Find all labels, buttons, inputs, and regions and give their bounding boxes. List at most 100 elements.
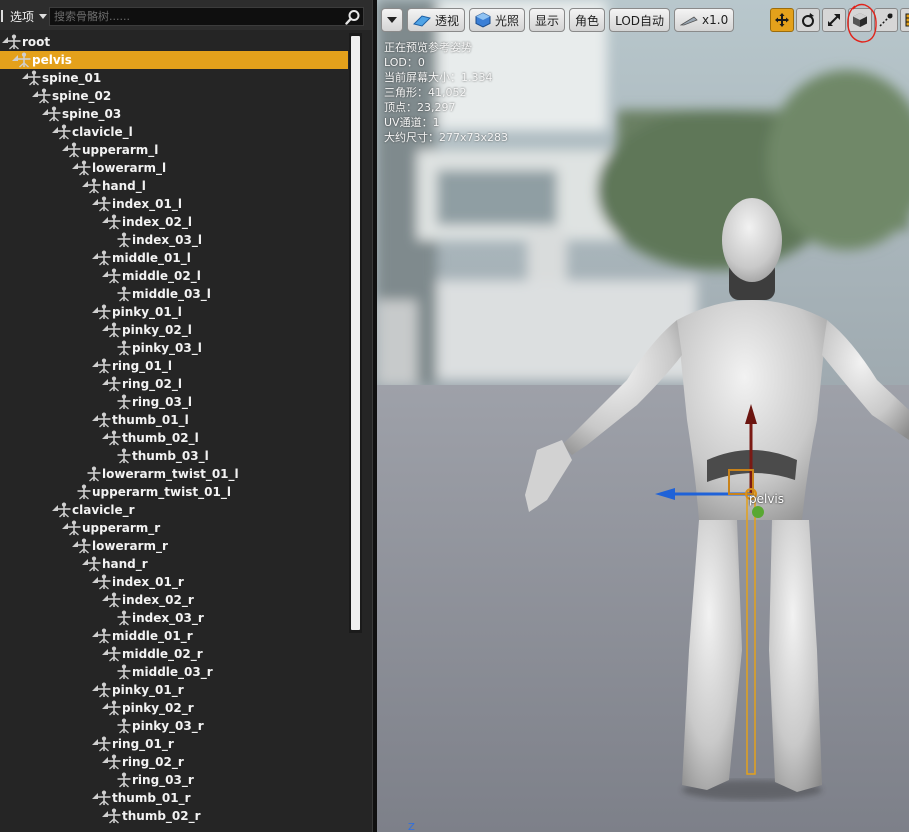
bone-row-pinky_02_r[interactable]: pinky_02_r [0,699,348,717]
bone-row-ring_01_l[interactable]: ring_01_l [0,357,348,375]
bone-label: middle_02_r [122,647,203,661]
viewport-options-button[interactable] [381,8,403,32]
bone-label: index_01_l [112,197,182,211]
local-world-toggle-button[interactable] [848,8,872,32]
bone-icon [116,718,132,734]
bone-row-thumb_02_r[interactable]: thumb_02_r [0,807,348,825]
bone-row-pinky_03_l[interactable]: pinky_03_l [0,339,348,357]
bone-row-clavicle_l[interactable]: clavicle_l [0,123,348,141]
bone-row-pinky_03_r[interactable]: pinky_03_r [0,717,348,735]
bone-label: thumb_01_l [112,413,189,427]
scale-icon [828,14,840,26]
rotate-tool-button[interactable] [796,8,820,32]
bone-row-spine_03[interactable]: spine_03 [0,105,348,123]
bone-icon [66,142,82,158]
tree-scrollbar-thumb[interactable] [351,36,360,630]
bone-row-ring_02_r[interactable]: ring_02_r [0,753,348,771]
perspective-label: 透视 [435,13,460,28]
bone-row-index_01_l[interactable]: index_01_l [0,195,348,213]
info-line: 顶点：23,297 [384,101,456,114]
bone-label: pinky_01_l [112,305,182,319]
bone-icon [116,232,132,248]
bone-row-ring_02_l[interactable]: ring_02_l [0,375,348,393]
bone-row-lowerarm_l[interactable]: lowerarm_l [0,159,348,177]
bone-row-index_03_l[interactable]: index_03_l [0,231,348,249]
bone-row-middle_03_r[interactable]: middle_03_r [0,663,348,681]
bone-row-root[interactable]: root [0,33,348,51]
bone-row-hand_l[interactable]: hand_l [0,177,348,195]
bone-row-middle_02_r[interactable]: middle_02_r [0,645,348,663]
bone-label: middle_01_r [112,629,193,643]
bone-row-thumb_01_l[interactable]: thumb_01_l [0,411,348,429]
bone-row-index_02_l[interactable]: index_02_l [0,213,348,231]
bone-row-index_01_r[interactable]: index_01_r [0,573,348,591]
bone-icon [116,286,132,302]
lit-mode-button[interactable]: 光照 [469,8,526,32]
bone-label: ring_02_r [122,755,184,769]
bone-icon [106,376,122,392]
bone-row-thumb_03_l[interactable]: thumb_03_l [0,447,348,465]
bone-icon [116,340,132,356]
perspective-button[interactable]: 透视 [407,8,466,32]
bone-row-ring_03_r[interactable]: ring_03_r [0,771,348,789]
bone-row-index_03_r[interactable]: index_03_r [0,609,348,627]
filter-icon [1,10,7,22]
search-field[interactable] [49,7,364,26]
bone-row-spine_02[interactable]: spine_02 [0,87,348,105]
bone-icon [46,106,62,122]
bone-row-ring_01_r[interactable]: ring_01_r [0,735,348,753]
bone-icon [56,124,72,140]
info-line: UV通道：1 [384,116,440,129]
bone-icon [96,304,112,320]
surface-snap-button[interactable] [874,8,898,32]
bone-row-middle_03_l[interactable]: middle_03_l [0,285,348,303]
bone-label: thumb_02_l [122,431,199,445]
bone-label: upperarm_r [82,521,161,535]
bone-icon [106,700,122,716]
grid-snap-button[interactable] [900,8,909,32]
bone-row-lowerarm_twist_01_l[interactable]: lowerarm_twist_01_l [0,465,348,483]
bone-row-ring_03_l[interactable]: ring_03_l [0,393,348,411]
info-line: LOD：0 [384,56,425,69]
bone-row-pelvis[interactable]: pelvis [0,51,348,69]
character-button[interactable]: 角色 [569,8,606,32]
bone-label: pelvis [32,53,72,67]
scale-tool-button[interactable] [822,8,846,32]
bone-row-middle_02_l[interactable]: middle_02_l [0,267,348,285]
bone-row-thumb_02_l[interactable]: thumb_02_l [0,429,348,447]
bone-icon [106,430,122,446]
search-icon[interactable] [345,9,361,25]
bone-row-clavicle_r[interactable]: clavicle_r [0,501,348,519]
options-dropdown-button[interactable]: 选项 [0,6,48,26]
bone-label: lowerarm_l [92,161,167,175]
bone-label: middle_03_l [132,287,211,301]
bone-label: hand_r [102,557,148,571]
bone-row-middle_01_r[interactable]: middle_01_r [0,627,348,645]
bone-row-lowerarm_r[interactable]: lowerarm_r [0,537,348,555]
bone-row-pinky_02_l[interactable]: pinky_02_l [0,321,348,339]
viewport[interactable]: 透视 光照 显示 角色 LOD自动 x1.0 正在预览参考姿势 LOD：0 当前… [377,0,909,832]
bone-row-hand_r[interactable]: hand_r [0,555,348,573]
bone-row-pinky_01_l[interactable]: pinky_01_l [0,303,348,321]
bone-row-upperarm_l[interactable]: upperarm_l [0,141,348,159]
bone-label: middle_01_l [112,251,191,265]
bone-label: root [22,35,51,49]
bone-row-index_02_r[interactable]: index_02_r [0,591,348,609]
bone-row-upperarm_r[interactable]: upperarm_r [0,519,348,537]
bone-row-middle_01_l[interactable]: middle_01_l [0,249,348,267]
translate-tool-button[interactable] [770,8,794,32]
bone-row-thumb_01_r[interactable]: thumb_01_r [0,789,348,807]
playback-speed-button[interactable]: x1.0 [674,8,735,32]
bone-row-upperarm_twist_01_l[interactable]: upperarm_twist_01_l [0,483,348,501]
bone-label: pinky_03_r [132,719,204,733]
search-input[interactable] [54,8,334,25]
bone-row-pinky_01_r[interactable]: pinky_01_r [0,681,348,699]
show-button[interactable]: 显示 [529,8,566,32]
bone-label: thumb_02_r [122,809,201,823]
bone-icon [16,52,32,68]
speed-icon [680,16,698,26]
bone-icon [66,520,82,536]
bone-icon [76,160,92,176]
lod-button[interactable]: LOD自动 [609,8,671,32]
bone-row-spine_01[interactable]: spine_01 [0,69,348,87]
